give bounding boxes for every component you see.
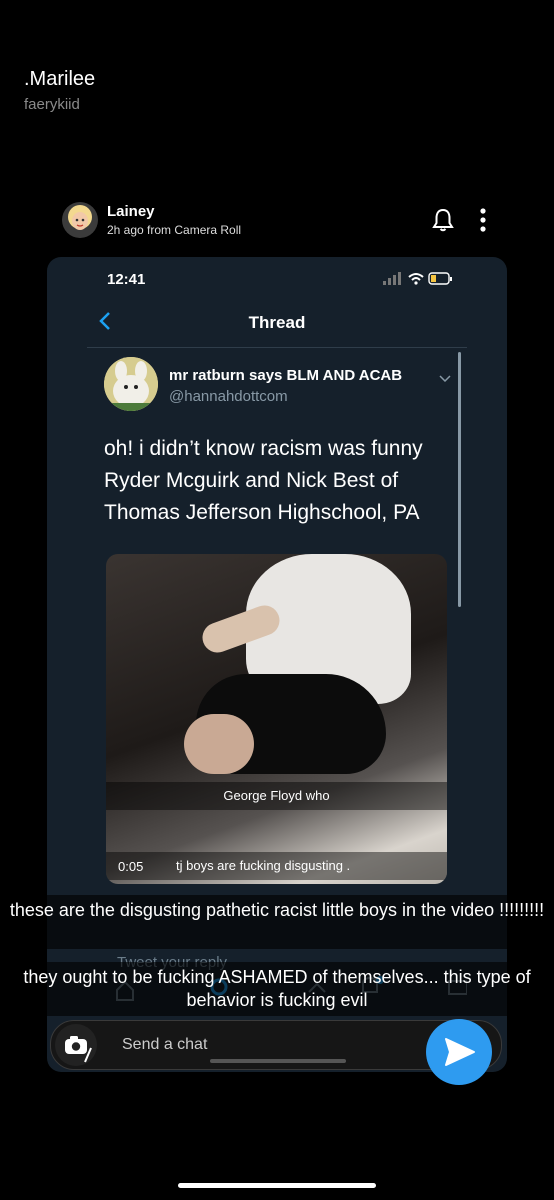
poster-meta: 2h ago from Camera Roll	[107, 223, 242, 237]
scrollbar[interactable]	[458, 352, 461, 607]
chevron-down-icon[interactable]	[439, 371, 451, 383]
send-arrow-icon	[445, 1038, 475, 1066]
divider	[87, 347, 467, 348]
tweet-video[interactable]: George Floyd who 0:05 tj boys are fuckin…	[106, 554, 447, 884]
home-indicator-inner	[210, 1059, 346, 1063]
home-indicator[interactable]	[178, 1183, 376, 1188]
story-user-handle: faerykiid	[24, 96, 80, 113]
snap-caption-1: these are the disgusting pathetic racist…	[0, 895, 554, 949]
story-user-name[interactable]: .Marilee	[24, 68, 95, 91]
send-button[interactable]	[426, 1019, 492, 1085]
thread-title: Thread	[248, 313, 306, 332]
tweet-author-handle[interactable]: @hannahdottcom	[169, 388, 288, 405]
poster-avatar[interactable]	[62, 202, 98, 238]
video-duration: 0:05	[118, 859, 144, 874]
snap-caption-2: they ought to be fucking ASHAMED of them…	[0, 962, 554, 1016]
more-vertical-icon[interactable]	[476, 207, 490, 233]
video-figure-leg	[184, 714, 254, 774]
screenshot-card: 12:41 Thread mr ratburn says BLM AND ACA…	[47, 257, 507, 1072]
tweet-author-avatar[interactable]	[104, 357, 158, 411]
bell-icon[interactable]	[432, 208, 454, 232]
video-caption-bottom: tj boys are fucking disgusting .	[176, 858, 351, 873]
status-time: 12:41	[107, 271, 146, 288]
status-icons	[383, 271, 453, 287]
video-caption-top: George Floyd who	[106, 782, 447, 810]
chat-input[interactable]: Send a chat	[122, 1036, 207, 1054]
tweet-text: oh! i didn’t know racism was funny Ryder…	[104, 437, 423, 524]
tweet-author-name[interactable]: mr ratburn says BLM AND ACAB	[169, 367, 402, 384]
camera-icon[interactable]	[55, 1024, 97, 1066]
poster-name[interactable]: Lainey	[107, 203, 155, 220]
